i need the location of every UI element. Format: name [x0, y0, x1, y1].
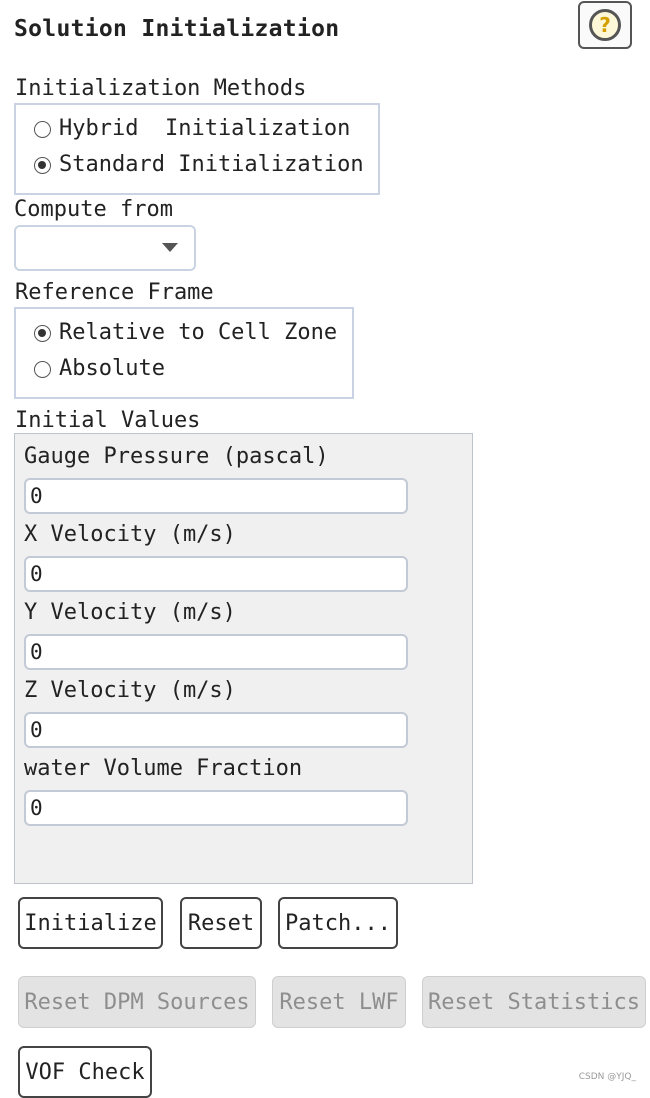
radio-absolute[interactable]: Absolute: [34, 354, 165, 384]
question-icon: ?: [589, 9, 621, 41]
water-volume-fraction-input[interactable]: [24, 790, 408, 826]
y-velocity-input[interactable]: [24, 634, 408, 670]
watermark: CSDN @YJQ_: [578, 1072, 636, 1082]
radio-label: Hybrid Initialization: [59, 116, 351, 141]
patch-button[interactable]: Patch...: [278, 897, 398, 949]
field-label-water-volume-fraction: water Volume Fraction: [24, 756, 303, 781]
initial-values-label: Initial Values: [15, 408, 201, 433]
radio-label: Standard Initialization: [59, 152, 364, 177]
radio-button[interactable]: [34, 120, 51, 138]
radio-standard-initialization[interactable]: Standard Initialization: [34, 150, 364, 180]
radio-relative-to-cell-zone[interactable]: Relative to Cell Zone: [34, 318, 337, 348]
panel-title: Solution Initialization: [14, 16, 340, 42]
gauge-pressure-input[interactable]: [24, 478, 408, 514]
field-label-z-velocity: Z Velocity (m/s): [24, 678, 236, 703]
radio-label: Absolute: [59, 356, 165, 381]
initial-values-panel: Gauge Pressure (pascal) X Velocity (m/s)…: [14, 433, 473, 884]
radio-button[interactable]: [34, 360, 51, 378]
field-label-y-velocity: Y Velocity (m/s): [24, 600, 236, 625]
z-velocity-input[interactable]: [24, 712, 408, 748]
vof-check-button[interactable]: VOF Check: [18, 1046, 152, 1098]
field-label-x-velocity: X Velocity (m/s): [24, 522, 236, 547]
chevron-down-icon: [162, 243, 178, 252]
radio-hybrid-initialization[interactable]: Hybrid Initialization: [34, 114, 350, 144]
reset-dpm-sources-button[interactable]: Reset DPM Sources: [18, 976, 256, 1028]
compute-from-dropdown[interactable]: [14, 225, 196, 271]
field-label-gauge-pressure: Gauge Pressure (pascal): [24, 444, 329, 469]
reset-statistics-button[interactable]: Reset Statistics: [422, 976, 646, 1028]
radio-button[interactable]: [34, 324, 51, 342]
init-methods-label: Initialization Methods: [15, 76, 307, 101]
radio-label: Relative to Cell Zone: [59, 320, 338, 345]
reference-frame-group: Relative to Cell Zone Absolute: [14, 307, 354, 399]
x-velocity-input[interactable]: [24, 556, 408, 592]
reset-lwf-button[interactable]: Reset LWF: [272, 976, 406, 1028]
reset-button[interactable]: Reset: [180, 897, 262, 949]
initialize-button[interactable]: Initialize: [18, 897, 163, 949]
init-methods-group: Hybrid Initialization Standard Initializ…: [14, 103, 380, 195]
help-button[interactable]: ?: [578, 1, 632, 49]
compute-from-label: Compute from: [14, 197, 173, 222]
radio-button[interactable]: [34, 156, 51, 174]
reference-frame-label: Reference Frame: [15, 280, 214, 305]
